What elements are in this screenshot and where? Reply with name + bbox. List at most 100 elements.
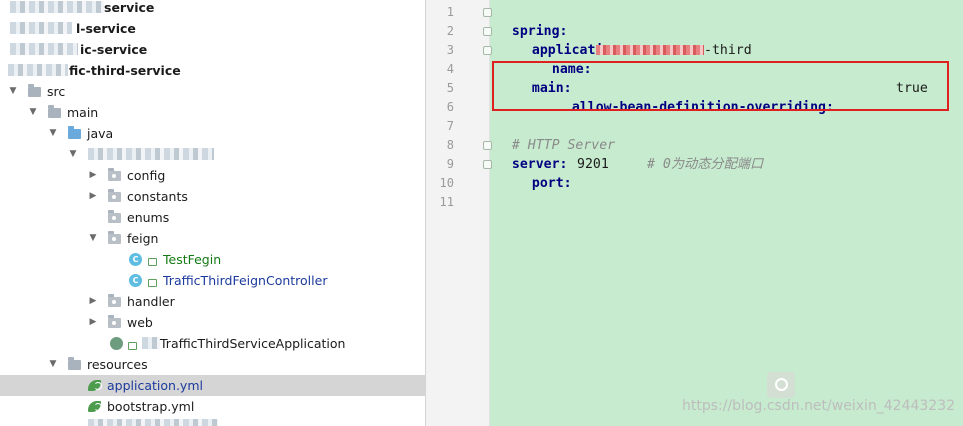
tree-item-label: enums	[127, 210, 170, 225]
tree-item-label: application.yml	[107, 378, 203, 393]
tree-item-label: resources	[87, 357, 148, 372]
tree-item-trafficthirdfeigncontroller[interactable]: C TrafficThirdFeignController	[0, 270, 425, 291]
folder-icon	[48, 105, 61, 118]
line-number: 5	[446, 81, 454, 95]
tree-item-module-ic-service[interactable]: ic-service	[0, 39, 425, 60]
yaml-comment: # 0为动态分配端口	[647, 157, 764, 172]
tree-item-label: TestFegin	[163, 252, 222, 267]
package-icon	[108, 315, 121, 328]
class-icon: C	[129, 253, 142, 266]
package-icon	[108, 210, 121, 223]
tree-item-application-yml[interactable]: application.yml	[0, 375, 425, 396]
redacted-text	[88, 148, 214, 160]
highlight-box	[492, 61, 949, 111]
yaml-value: -third	[704, 43, 752, 58]
tree-item-constants[interactable]: ▶ constants	[0, 186, 425, 207]
tree-item-web[interactable]: ▶ web	[0, 312, 425, 333]
redacted-text	[10, 22, 72, 34]
line-number: 7	[446, 119, 454, 133]
line-number: 11	[439, 195, 454, 209]
redacted-text	[88, 419, 218, 426]
tree-item-label: src	[47, 84, 66, 99]
package-icon	[108, 231, 121, 244]
line-number: 3	[446, 43, 454, 57]
tree-item-label: config	[127, 168, 166, 183]
tree-item-testfegin[interactable]: C TestFegin	[0, 249, 425, 270]
tree-item-label: fic-third-service	[69, 63, 181, 78]
package-icon	[108, 168, 121, 181]
spring-yml-icon	[88, 401, 102, 412]
tree-item-root-package[interactable]: ▼	[0, 144, 425, 165]
expand-arrow-icon[interactable]: ▼	[47, 123, 59, 144]
collapse-arrow-icon[interactable]: ▶	[87, 186, 99, 207]
tree-item-module-service[interactable]: service	[0, 0, 425, 18]
code-line-3[interactable]: name:	[536, 41, 592, 77]
expand-arrow-icon[interactable]: ▼	[27, 102, 39, 123]
tree-item-config[interactable]: ▶ config	[0, 165, 425, 186]
tree-item-cut-off[interactable]	[0, 417, 425, 426]
tree-item-label: constants	[127, 189, 188, 204]
expand-arrow-icon[interactable]: ▼	[67, 144, 79, 165]
tree-item-module-third-service[interactable]: fic-third-service	[0, 60, 425, 81]
line-number: 4	[446, 62, 454, 76]
source-folder-icon	[68, 126, 81, 139]
tree-item-label: java	[87, 126, 114, 141]
redacted-text	[10, 1, 104, 13]
spring-boot-app-icon	[110, 337, 123, 350]
code-line-2[interactable]: application:	[516, 22, 627, 58]
redacted-text	[596, 45, 704, 55]
fold-marker-icon[interactable]	[483, 27, 492, 36]
tree-item-label: handler	[127, 294, 175, 309]
line-number: 2	[446, 24, 454, 38]
expand-arrow-icon[interactable]: ▼	[7, 81, 19, 102]
package-icon	[108, 189, 121, 202]
expand-arrow-icon[interactable]: ▼	[87, 228, 99, 249]
class-icon: C	[129, 274, 142, 287]
tree-item-feign[interactable]: ▼ feign	[0, 228, 425, 249]
search-icon	[767, 372, 795, 398]
tree-item-bootstrap-yml[interactable]: bootstrap.yml	[0, 396, 425, 417]
project-tree-panel: service l-service ic-service fic-third-s…	[0, 0, 425, 426]
resources-folder-icon	[68, 357, 81, 370]
tree-item-handler[interactable]: ▶ handler	[0, 291, 425, 312]
lock-icon	[128, 342, 137, 350]
code-line-9[interactable]: port:	[516, 155, 572, 191]
tree-item-label: service	[104, 0, 155, 15]
tree-item-label: l-service	[76, 21, 136, 36]
redacted-text	[8, 64, 68, 76]
tree-item-label: ic-service	[80, 42, 148, 57]
tree-item-module-l-service[interactable]: l-service	[0, 18, 425, 39]
expand-arrow-icon[interactable]: ▼	[47, 354, 59, 375]
line-number: 9	[446, 157, 454, 171]
fold-marker-icon[interactable]	[483, 141, 492, 150]
editor-highlight	[490, 213, 963, 426]
tree-item-enums[interactable]: enums	[0, 207, 425, 228]
tree-item-application-class[interactable]: TrafficThirdServiceApplication	[0, 333, 425, 354]
tree-item-java[interactable]: ▼ java	[0, 123, 425, 144]
yaml-key: port:	[531, 176, 572, 191]
tree-item-src[interactable]: ▼ src	[0, 81, 425, 102]
code-line-8[interactable]: server:	[496, 136, 568, 172]
tree-item-label: web	[127, 315, 153, 330]
tree-item-label: bootstrap.yml	[107, 399, 195, 414]
fold-marker-icon[interactable]	[483, 46, 492, 55]
tree-item-label: main	[67, 105, 99, 120]
line-number: 10	[439, 176, 454, 190]
collapse-arrow-icon[interactable]: ▶	[87, 165, 99, 186]
folder-icon	[28, 84, 41, 97]
tree-item-resources[interactable]: ▼ resources	[0, 354, 425, 375]
collapse-arrow-icon[interactable]: ▶	[87, 312, 99, 333]
yaml-value: 9201	[577, 157, 609, 172]
code-line-7[interactable]: # HTTP Server	[496, 117, 615, 153]
fold-marker-icon[interactable]	[483, 160, 492, 169]
code-line-1[interactable]: spring:	[496, 3, 568, 39]
collapse-arrow-icon[interactable]: ▶	[87, 291, 99, 312]
redacted-text	[10, 43, 78, 55]
package-icon	[108, 294, 121, 307]
line-number: 6	[446, 100, 454, 114]
tree-item-label: TrafficThirdFeignController	[163, 273, 328, 288]
tree-item-main[interactable]: ▼ main	[0, 102, 425, 123]
redacted-text	[142, 337, 160, 349]
watermark: https://blog.csdn.net/weixin_42443232	[682, 398, 956, 414]
fold-marker-icon[interactable]	[483, 8, 492, 17]
